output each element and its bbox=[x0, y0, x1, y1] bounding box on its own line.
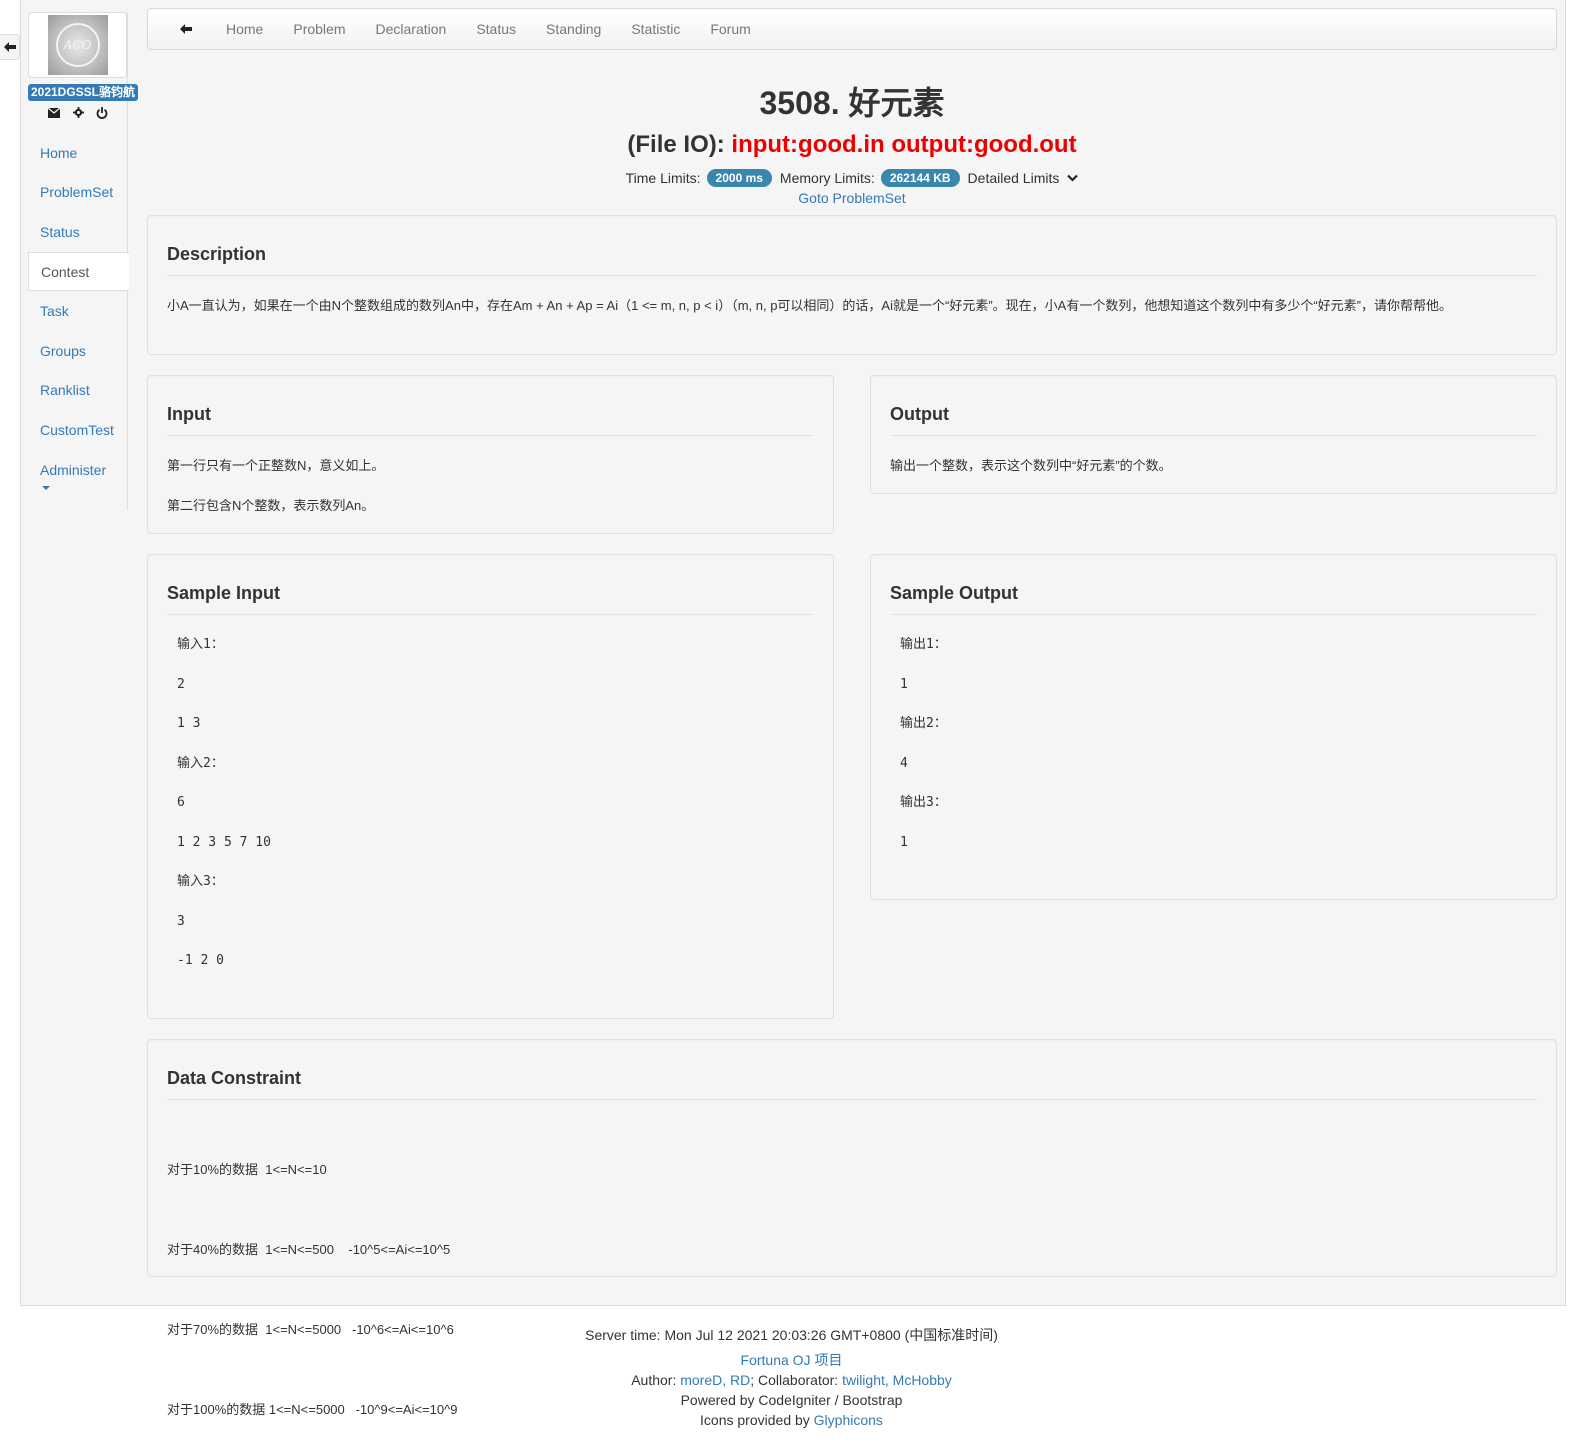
glyphicons-link[interactable]: Glyphicons bbox=[814, 1412, 883, 1428]
input-panel: Input 第一行只有一个正整数N，意义如上。 第二行包含N个整数，表示数列An… bbox=[147, 375, 834, 534]
output-heading: Output bbox=[890, 376, 1537, 436]
output-body: 输出一个整数，表示这个数列中“好元素”的个数。 bbox=[890, 456, 1537, 476]
time-limit-label: Time Limits: bbox=[625, 170, 701, 186]
tab-declaration[interactable]: Declaration bbox=[376, 21, 447, 37]
icons-label: Icons provided by bbox=[700, 1412, 814, 1428]
sample-output-line: 输出1： bbox=[900, 637, 947, 652]
sample-input-line: 6 bbox=[177, 795, 185, 810]
file-io-label: (File IO): bbox=[627, 131, 732, 158]
sidebar-item-status[interactable]: Status bbox=[28, 212, 128, 252]
sample-output-line: 4 bbox=[900, 755, 908, 771]
limits-line: Time Limits: 2000 ms Memory Limits: 2621… bbox=[147, 169, 1557, 187]
sample-output-line: 输出3： bbox=[900, 795, 947, 810]
file-io-value: input:good.in output:good.out bbox=[731, 131, 1077, 158]
contest-navbar: Home Problem Declaration Status Standing… bbox=[147, 8, 1557, 50]
tab-standing[interactable]: Standing bbox=[546, 21, 601, 37]
sample-input-line: 1 2 3 5 7 10 bbox=[177, 834, 271, 850]
sample-input-line: 3 bbox=[177, 913, 185, 929]
sidebar-item-problemset[interactable]: ProblemSet bbox=[28, 173, 128, 213]
user-icon-bar bbox=[47, 107, 108, 122]
constraint-panel: Data Constraint 对于10%的数据 1<=N<=10 对于40%的… bbox=[147, 1039, 1557, 1417]
sample-input-line: 2 bbox=[177, 676, 185, 692]
arrow-left-icon bbox=[3, 42, 16, 52]
output-panel: Output 输出一个整数，表示这个数列中“好元素”的个数。 bbox=[870, 375, 1557, 494]
author-label: Author: bbox=[631, 1372, 681, 1388]
gear-icon[interactable] bbox=[72, 107, 84, 122]
icons-credit: Icons provided by Glyphicons bbox=[0, 1410, 1583, 1430]
sidebar: ACO 2021DGSSL骆钧航 Home ProblemSet Status … bbox=[28, 12, 138, 510]
power-icon[interactable] bbox=[96, 107, 108, 122]
avatar-emblem: ACO bbox=[55, 23, 100, 67]
sidebar-nav: Home ProblemSet Status Contest Task Grou… bbox=[28, 133, 129, 490]
envelope-icon[interactable] bbox=[47, 107, 61, 122]
description-heading: Description bbox=[167, 216, 1537, 276]
username-badge[interactable]: 2021DGSSL骆钧航 bbox=[28, 84, 138, 101]
sample-output-line: 1 bbox=[900, 834, 908, 850]
constraint-line: 对于10%的数据 1<=N<=10 bbox=[167, 1162, 327, 1177]
server-time: Server time: Mon Jul 12 2021 20:03:26 GM… bbox=[585, 1327, 998, 1343]
collaborator-links[interactable]: twilight, McHobby bbox=[842, 1372, 952, 1388]
constraint-heading: Data Constraint bbox=[167, 1040, 1537, 1100]
project-link[interactable]: Fortuna OJ 项目 bbox=[741, 1352, 843, 1368]
tab-forum[interactable]: Forum bbox=[710, 21, 750, 37]
description-body: 小A一直认为，如果在一个由N个整数组成的数列An中，存在Am + An + Ap… bbox=[167, 296, 1537, 316]
input-heading: Input bbox=[167, 376, 814, 436]
sample-input-line: 输入1： bbox=[177, 637, 224, 652]
tab-problem[interactable]: Problem bbox=[293, 21, 345, 37]
memory-limit-label: Memory Limits: bbox=[779, 170, 875, 186]
footer: Server time: Mon Jul 12 2021 20:03:26 GM… bbox=[0, 1325, 1583, 1430]
input-line: 第一行只有一个正整数N，意义如上。 bbox=[167, 458, 385, 473]
time-limit-badge: 2000 ms bbox=[706, 169, 772, 187]
sample-output-line: 输出2： bbox=[900, 716, 947, 731]
sidebar-item-contest[interactable]: Contest bbox=[28, 251, 129, 292]
sample-output-body: 输出1： 1 输出2： 4 输出3： 1 bbox=[890, 635, 1537, 852]
description-panel: Description 小A一直认为，如果在一个由N个整数组成的数列An中，存在… bbox=[147, 215, 1557, 355]
sample-output-heading: Sample Output bbox=[890, 555, 1537, 615]
page-title: 3508. 好元素 bbox=[759, 85, 945, 121]
goto-problemset-link[interactable]: Goto ProblemSet bbox=[798, 190, 905, 206]
powered-by: Powered by CodeIgniter / Bootstrap bbox=[680, 1392, 903, 1408]
avatar-frame[interactable]: ACO bbox=[28, 12, 127, 78]
goto-problemset-wrap: Goto ProblemSet bbox=[147, 190, 1557, 206]
chevron-down-icon bbox=[1067, 174, 1079, 182]
sidebar-item-administer[interactable]: Administer bbox=[28, 450, 128, 490]
tab-home[interactable]: Home bbox=[226, 21, 263, 37]
sidebar-item-groups[interactable]: Groups bbox=[28, 331, 128, 371]
detailed-limits-toggle[interactable]: Detailed Limits bbox=[968, 170, 1079, 186]
detailed-limits-label: Detailed Limits bbox=[967, 170, 1060, 186]
credits-line: Author: moreD, RD; Collaborator: twiligh… bbox=[0, 1370, 1583, 1390]
sample-input-line: 输入2： bbox=[177, 755, 224, 771]
sample-input-line: 1 3 bbox=[177, 716, 201, 731]
sidebar-item-home[interactable]: Home bbox=[28, 133, 128, 173]
constraint-line: 对于40%的数据 1<=N<=500 -10^5<=Ai<=10^5 bbox=[167, 1242, 451, 1257]
description-text: 小A一直认为，如果在一个由N个整数组成的数列An中，存在Am + An + Ap… bbox=[167, 298, 1452, 313]
input-line: 第二行包含N个整数，表示数列An。 bbox=[167, 498, 375, 513]
sidebar-item-ranklist[interactable]: Ranklist bbox=[28, 371, 128, 411]
avatar: ACO bbox=[47, 15, 108, 75]
sample-input-body: 输入1： 2 1 3 输入2： 6 1 2 3 5 7 10 输入3： 3 -1… bbox=[167, 635, 814, 971]
collaborator-label: ; Collaborator: bbox=[750, 1372, 843, 1388]
sidebar-item-customtest[interactable]: CustomTest bbox=[28, 410, 128, 450]
sample-input-line: 输入3： bbox=[177, 874, 224, 889]
sample-input-line: -1 2 0 bbox=[177, 953, 224, 968]
arrow-left-icon bbox=[180, 24, 192, 34]
sample-input-panel: Sample Input 输入1： 2 1 3 输入2： 6 1 2 3 5 7… bbox=[147, 554, 834, 1019]
output-line: 输出一个整数，表示这个数列中“好元素”的个数。 bbox=[890, 458, 1172, 473]
tab-status[interactable]: Status bbox=[476, 21, 516, 37]
memory-limit-badge: 262144 KB bbox=[880, 169, 960, 187]
sidebar-item-task[interactable]: Task bbox=[28, 291, 128, 331]
author-links[interactable]: moreD, RD bbox=[680, 1372, 750, 1388]
collapse-sidebar-button[interactable] bbox=[0, 34, 20, 60]
sample-output-line: 1 bbox=[900, 676, 908, 692]
sample-input-heading: Sample Input bbox=[167, 555, 814, 615]
sample-output-panel: Sample Output 输出1： 1 输出2： 4 输出3： 1 bbox=[870, 554, 1557, 900]
tab-statistic[interactable]: Statistic bbox=[631, 21, 680, 37]
input-body: 第一行只有一个正整数N，意义如上。 第二行包含N个整数，表示数列An。 bbox=[167, 456, 814, 516]
file-io-line: (File IO): input:good.in output:good.out bbox=[147, 131, 1557, 159]
back-button[interactable] bbox=[180, 21, 200, 37]
caret-down-icon[interactable] bbox=[42, 486, 50, 490]
